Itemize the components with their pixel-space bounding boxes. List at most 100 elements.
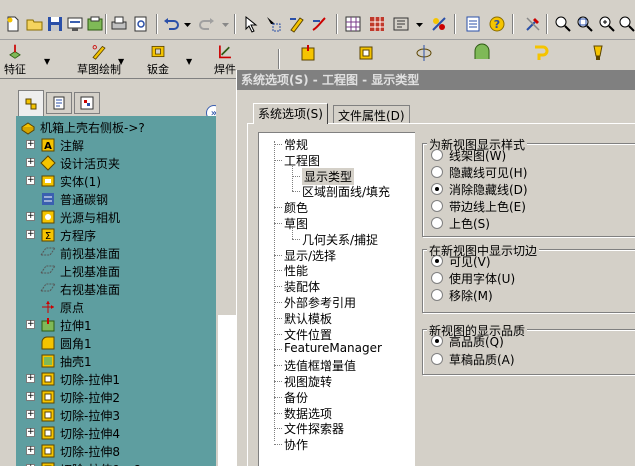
tab-property-manager[interactable]: [46, 92, 72, 114]
properties-icon[interactable]: [84, 13, 106, 35]
tree-item-material[interactable]: 普通碳钢: [16, 190, 216, 208]
options-tree-item[interactable]: FeatureManager: [284, 341, 382, 355]
options-tree-item[interactable]: 显示/选择: [284, 247, 336, 264]
radio-checked-icon[interactable]: [431, 335, 443, 347]
radio-option[interactable]: 高品质(Q): [431, 333, 504, 349]
rebuild-icon[interactable]: [64, 13, 86, 35]
tree-item-cut-extrude1[interactable]: + 切除-拉伸1: [16, 370, 216, 388]
save-icon[interactable]: [44, 13, 66, 35]
sheet-metal-tab[interactable]: 钣金: [140, 43, 176, 77]
grid-icon[interactable]: [342, 13, 364, 35]
features-dropdown-icon[interactable]: ▼: [44, 57, 50, 66]
tab-feature-tree[interactable]: [18, 90, 44, 116]
tree-item-top-plane[interactable]: 上视基准面: [16, 262, 216, 280]
help-icon[interactable]: ?: [486, 13, 508, 35]
expand-icon[interactable]: +: [26, 212, 35, 221]
options-tree-item[interactable]: 选值框增量值: [284, 357, 356, 374]
tree-item-fillet1[interactable]: 圆角1: [16, 334, 216, 352]
tree-item-cut-extrude9[interactable]: +切除-拉伸9->?: [16, 460, 216, 466]
radio-option[interactable]: 使用字体(U): [431, 270, 515, 286]
tree-item-annotations[interactable]: + A 注解: [16, 136, 216, 154]
expand-icon[interactable]: +: [26, 410, 35, 419]
radio-option[interactable]: 移除(M): [431, 287, 493, 303]
open-icon[interactable]: [24, 13, 46, 35]
select-icon[interactable]: [240, 13, 262, 35]
options-tree-item[interactable]: 默认模板: [284, 310, 332, 327]
tree-item-cut-extrude8[interactable]: + 切除-拉伸8: [16, 442, 216, 460]
options-tree-item[interactable]: 性能: [284, 262, 308, 279]
options-tree-item[interactable]: 协作: [284, 436, 308, 453]
options-tree-item[interactable]: 几何关系/捕捉: [302, 231, 378, 248]
options-tree-item[interactable]: 数据选项: [284, 405, 332, 422]
tree-item-cut-extrude3[interactable]: + 切除-拉伸3: [16, 406, 216, 424]
tree-item-cut-extrude2[interactable]: + 切除-拉伸2: [16, 388, 216, 406]
radio-unchecked-icon[interactable]: [431, 289, 443, 301]
options-tree-item[interactable]: 工程图: [284, 152, 320, 169]
tree-item-origin[interactable]: 原点: [16, 298, 216, 316]
radio-option[interactable]: 隐藏线可见(H): [431, 164, 527, 180]
options-tree-item[interactable]: 外部参考引用: [284, 294, 356, 311]
sketch-tab[interactable]: 草图绘制: [62, 43, 136, 77]
radio-option[interactable]: 上色(S): [431, 215, 490, 231]
radio-unchecked-icon[interactable]: [431, 149, 443, 161]
expand-icon[interactable]: +: [26, 140, 35, 149]
options-tree-item[interactable]: 备份: [284, 389, 308, 406]
zoom-to-selection-icon[interactable]: [616, 13, 635, 35]
radio-unchecked-icon[interactable]: [431, 272, 443, 284]
radio-option[interactable]: 消除隐藏线(D): [431, 181, 528, 197]
options-tree-item[interactable]: 文件位置: [284, 326, 332, 343]
tab-configuration-manager[interactable]: [74, 92, 100, 114]
tree-item-equations[interactable]: + Σ 方程序: [16, 226, 216, 244]
tree-item-front-plane[interactable]: 前视基准面: [16, 244, 216, 262]
zoom-select-icon[interactable]: [262, 13, 284, 35]
options-tree-item[interactable]: 颜色: [284, 199, 308, 216]
tree-item-solid-bodies[interactable]: + 实体(1): [16, 172, 216, 190]
tree-item-extrude1[interactable]: + 拉伸1: [16, 316, 216, 334]
expand-icon[interactable]: +: [26, 320, 35, 329]
options-tree-item[interactable]: 装配体: [284, 278, 320, 295]
zoom-fit-icon[interactable]: [552, 13, 574, 35]
expand-icon[interactable]: +: [26, 428, 35, 437]
table-icon[interactable]: [366, 13, 388, 35]
options-tree-item[interactable]: 文件探索器: [284, 420, 344, 437]
features-tab[interactable]: 特征: [2, 43, 28, 77]
expand-icon[interactable]: +: [26, 374, 35, 383]
expand-icon[interactable]: +: [26, 446, 35, 455]
options-tree-item[interactable]: 视图旋转: [284, 373, 332, 390]
radio-option[interactable]: 线架图(W): [431, 147, 506, 163]
tree-item-cut-extrude4[interactable]: + 切除-拉伸4: [16, 424, 216, 442]
options-tree-item[interactable]: 常规: [284, 136, 308, 153]
expand-icon[interactable]: +: [26, 158, 35, 167]
fly-icon[interactable]: [390, 13, 412, 35]
sketch-icon[interactable]: [286, 13, 308, 35]
tree-item-shell1[interactable]: 抽壳1: [16, 352, 216, 370]
radio-unchecked-icon[interactable]: [431, 200, 443, 212]
tree-item-design-binder[interactable]: + 设计活页夹: [16, 154, 216, 172]
options-tree-item[interactable]: 草图: [284, 215, 308, 232]
expand-icon[interactable]: +: [26, 176, 35, 185]
tree-item-right-plane[interactable]: 右视基准面: [16, 280, 216, 298]
sheet-metal-dropdown-icon[interactable]: ▼: [186, 57, 192, 66]
expand-icon[interactable]: +: [26, 392, 35, 401]
fly-dropdown-icon[interactable]: [416, 21, 423, 28]
undo-icon[interactable]: [160, 13, 182, 35]
sketch-dropdown-icon[interactable]: ▼: [118, 57, 124, 66]
radio-unchecked-icon[interactable]: [431, 217, 443, 229]
tab-system-options[interactable]: 系统选项(S): [253, 103, 328, 124]
options-tree-item[interactable]: 显示类型: [302, 167, 355, 185]
tree-item-lights-cameras[interactable]: + 光源与相机: [16, 208, 216, 226]
undo-dropdown-icon[interactable]: [184, 21, 191, 28]
zoom-area-icon[interactable]: [574, 13, 596, 35]
options-tree-item[interactable]: 区域剖面线/填充: [302, 183, 390, 200]
tools-icon[interactable]: [522, 13, 544, 35]
radio-unchecked-icon[interactable]: [431, 166, 443, 178]
print-preview-icon[interactable]: [130, 13, 152, 35]
tab-document-properties[interactable]: 文件属性(D): [333, 105, 410, 123]
print-icon[interactable]: [108, 13, 130, 35]
zoom-icon[interactable]: [596, 13, 618, 35]
new-icon[interactable]: [2, 13, 24, 35]
expand-icon[interactable]: +: [26, 230, 35, 239]
radio-option[interactable]: 草稿品质(A): [431, 351, 515, 367]
smart-dimension-icon[interactable]: [308, 13, 330, 35]
radio-option[interactable]: 可见(V): [431, 253, 491, 269]
